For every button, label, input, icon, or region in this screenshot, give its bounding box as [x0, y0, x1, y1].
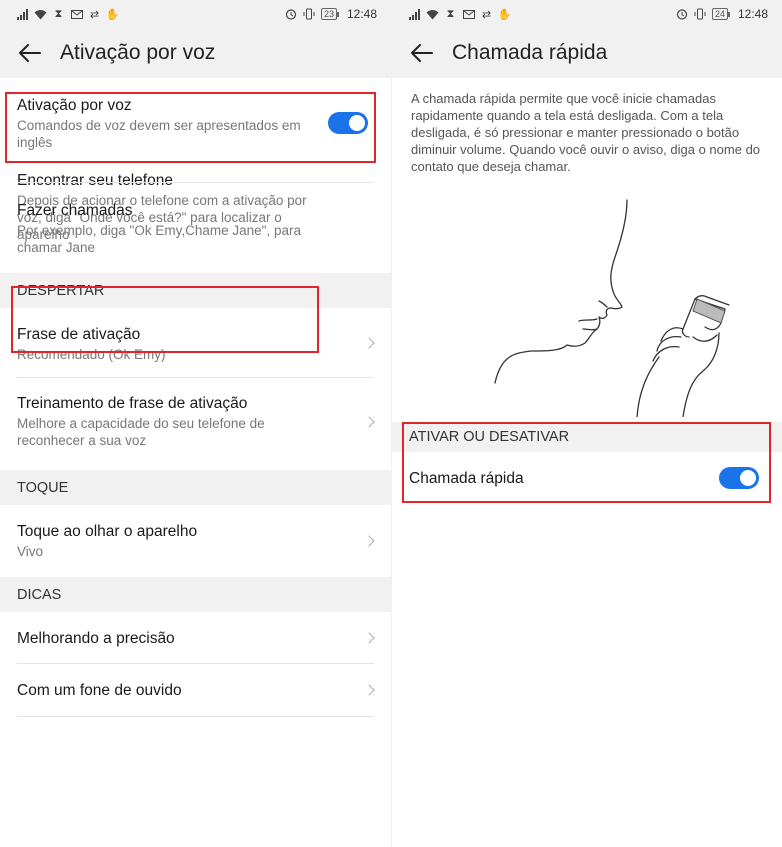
vibrate-icon	[303, 8, 316, 21]
battery-indicator: 23	[320, 8, 339, 20]
vibrate-icon	[694, 8, 707, 21]
title-bar: Ativação por voz	[0, 28, 391, 78]
item-subtitle: Vivo	[17, 544, 44, 559]
sync-icon: ⇄	[481, 8, 492, 21]
glance-touch-item[interactable]: Toque ao olhar o aparelho Vivo	[0, 505, 391, 577]
status-icons-left: ⧗ ⇄ ✋	[408, 8, 511, 21]
back-arrow-icon[interactable]	[16, 39, 44, 67]
find-phone-item[interactable]: Encontrar seu telefone Depois de acionar…	[0, 78, 391, 242]
face-phone-illustration	[494, 199, 730, 418]
clock: 12:48	[346, 7, 377, 21]
item-subtitle: Melhore a capacidade do seu telefone de …	[17, 416, 265, 448]
status-icons-right: 23 12:48	[285, 7, 377, 21]
quick-call-item[interactable]: Chamada rápida	[392, 452, 782, 502]
item-title: Frase de ativação	[17, 326, 141, 343]
item-title: Chamada rápida	[409, 470, 524, 487]
left-screen: ⧗ ⇄ ✋ 23 12:48 Ativação por voz Ativação…	[0, 0, 391, 847]
back-arrow-icon[interactable]	[408, 39, 436, 67]
headset-item[interactable]: Com um fone de ouvido	[0, 664, 391, 717]
item-title: Melhorando a precisão	[17, 630, 175, 647]
item-subtitle: Por exemplo, diga "Ok Emy,Chame Jane", p…	[17, 223, 301, 255]
hand-icon: ✋	[497, 8, 512, 21]
divider	[17, 716, 374, 717]
quick-call-toggle[interactable]	[719, 467, 759, 489]
alarm-icon	[676, 8, 689, 21]
page-title: Ativação por voz	[60, 41, 216, 64]
make-calls-item[interactable]: Fazer chamadas Por exemplo, diga "Ok Emy…	[0, 183, 391, 273]
mail-icon	[462, 8, 475, 21]
item-title: Toque ao olhar o aparelho	[17, 523, 198, 540]
wifi-icon	[426, 8, 439, 21]
signal-icon	[408, 8, 421, 21]
item-subtitle: Recomendado (Ok Emy)	[17, 347, 166, 362]
improve-accuracy-item[interactable]: Melhorando a precisão	[0, 612, 391, 664]
hand-icon: ✋	[105, 8, 120, 21]
item-title: Treinamento de frase de ativação	[17, 395, 248, 412]
clock: 12:48	[737, 7, 768, 21]
section-header-toggle: ATIVAR OU DESATIVAR	[392, 422, 782, 452]
section-header-despertar: DESPERTAR	[0, 273, 391, 308]
illustration	[487, 195, 747, 418]
section-header-dicas: DICAS	[0, 577, 391, 612]
hourglass-icon: ⧗	[54, 7, 63, 20]
mail-icon	[70, 8, 83, 21]
page-title: Chamada rápida	[452, 41, 608, 64]
hourglass-icon: ⧗	[446, 7, 455, 20]
item-title: Com um fone de ouvido	[17, 682, 182, 699]
battery-indicator: 24	[711, 8, 730, 20]
status-bar: ⧗ ⇄ ✋ 23 12:48	[0, 0, 391, 28]
wifi-icon	[34, 8, 47, 21]
toggle-knob	[740, 470, 756, 486]
title-bar: Chamada rápida	[392, 28, 782, 78]
right-screen: ⧗ ⇄ ✋ 24 12:48 Chamada rápida A chamada …	[391, 0, 782, 847]
section-header-toque: TOQUE	[0, 470, 391, 505]
wake-phrase-training-item[interactable]: Treinamento de frase de ativação Melhore…	[0, 378, 391, 470]
item-title: Fazer chamadas	[17, 202, 133, 219]
status-bar: ⧗ ⇄ ✋ 24 12:48	[392, 0, 782, 28]
sync-icon: ⇄	[89, 8, 100, 21]
alarm-icon	[285, 8, 298, 21]
chevron-right-icon	[363, 416, 375, 428]
description-text: A chamada rápida permite que você inicie…	[411, 91, 761, 174]
status-icons-right: 24 12:48	[676, 7, 768, 21]
signal-icon	[16, 8, 29, 21]
status-icons-left: ⧗ ⇄ ✋	[16, 8, 119, 21]
wake-phrase-item[interactable]: Frase de ativação Recomendado (Ok Emy)	[0, 308, 391, 378]
